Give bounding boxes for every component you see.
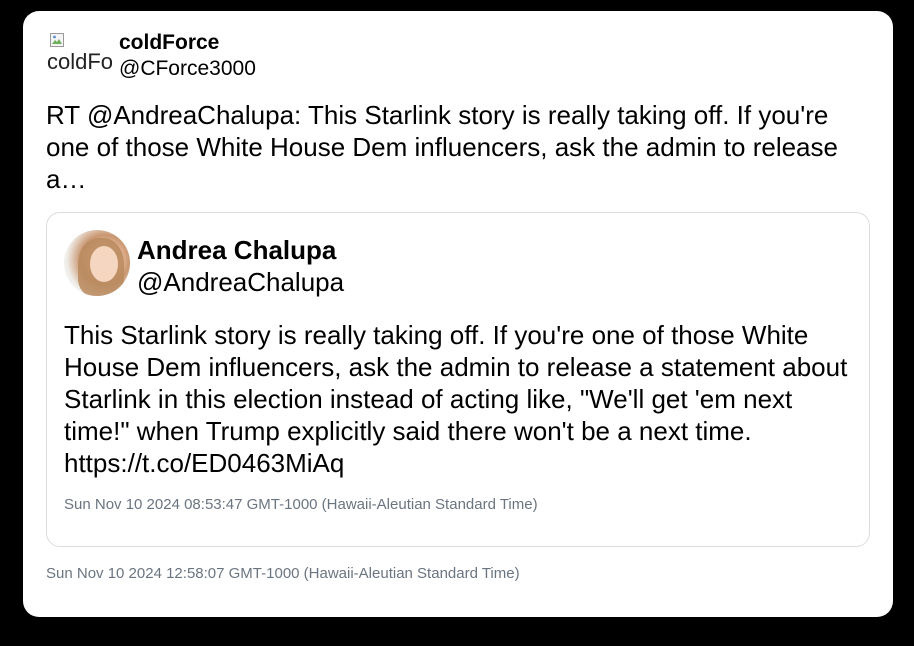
quoted-display-name[interactable]: Andrea Chalupa [137, 235, 344, 265]
quoted-avatar[interactable] [64, 230, 130, 296]
user-handle[interactable]: @CForce3000 [119, 54, 256, 84]
avatar-face-shape [90, 246, 118, 282]
quoted-tweet[interactable]: Andrea Chalupa @AndreaChalupa This Starl… [46, 212, 870, 547]
tweet-timestamp: Sun Nov 10 2024 12:58:07 GMT-1000 (Hawai… [46, 565, 520, 582]
quoted-timestamp: Sun Nov 10 2024 08:53:47 GMT-1000 (Hawai… [64, 496, 538, 513]
tweet-text: RT @AndreaChalupa: This Starlink story i… [46, 100, 838, 194]
tweet-card: coldForce coldForce @CForce3000 RT @Andr… [23, 11, 893, 617]
broken-image-icon [50, 33, 64, 47]
quoted-tweet-text: This Starlink story is really taking off… [64, 320, 848, 478]
author-names: coldForce @CForce3000 [119, 31, 256, 84]
quoted-author: Andrea Chalupa @AndreaChalupa [137, 235, 344, 299]
avatar-alt-text: coldForce [47, 49, 112, 74]
avatar[interactable]: coldForce [46, 31, 112, 75]
display-name[interactable]: coldForce [119, 31, 256, 54]
quoted-user-handle[interactable]: @AndreaChalupa [137, 265, 344, 299]
